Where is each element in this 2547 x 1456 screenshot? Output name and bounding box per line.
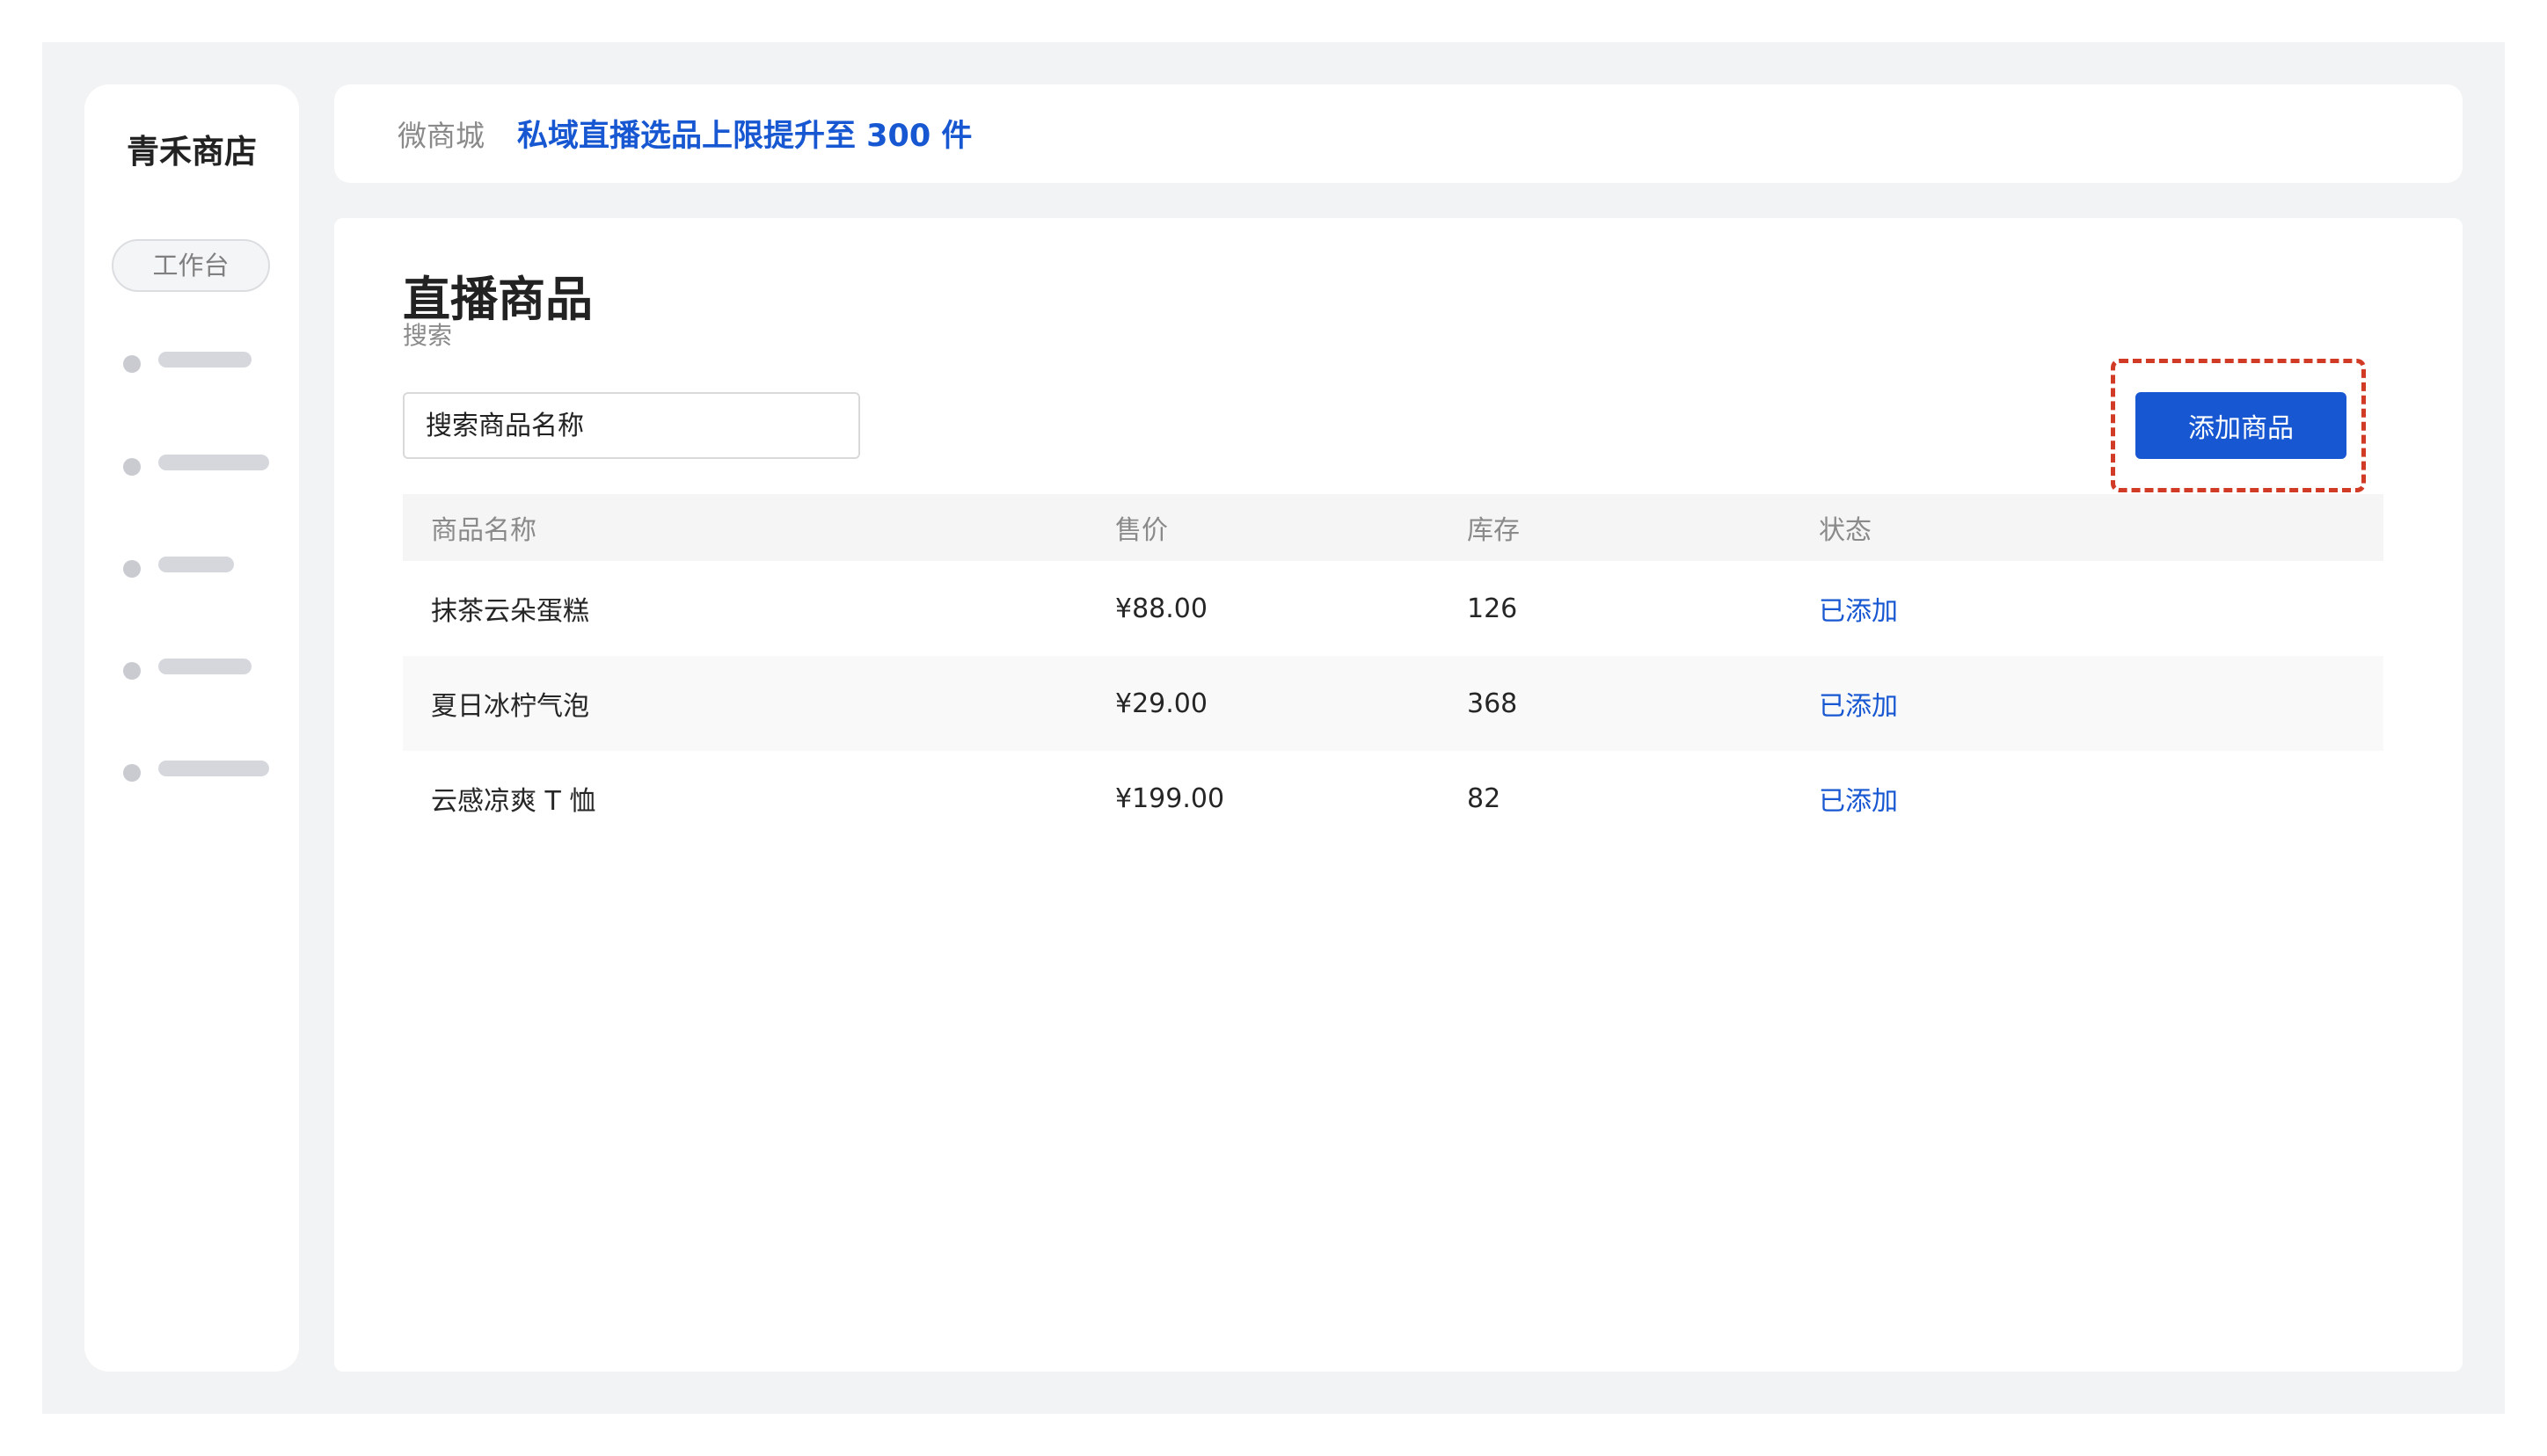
column-header-status[interactable]: 状态: [1819, 494, 1872, 561]
bullet-icon: [123, 458, 141, 476]
sidebar: 青禾商店 工作台: [84, 84, 299, 1372]
product-price: ¥29.00: [1115, 688, 1208, 719]
product-price: ¥199.00: [1115, 783, 1225, 814]
sidebar-item-skeleton: [158, 455, 269, 470]
column-header-name[interactable]: 商品名称: [431, 494, 536, 561]
sidebar-item-skeleton: [158, 352, 252, 368]
product-stock: 82: [1467, 783, 1501, 814]
table-row[interactable]: 夏日冰柠气泡 ¥29.00 368 已添加: [403, 656, 2383, 751]
table-row[interactable]: 抹茶云朵蛋糕 ¥88.00 126 已添加: [403, 561, 2383, 656]
product-stock: 368: [1467, 688, 1518, 719]
sidebar-item-workspace[interactable]: 工作台: [112, 239, 270, 292]
column-header-stock[interactable]: 库存: [1467, 494, 1520, 561]
bullet-icon: [123, 560, 141, 578]
add-product-button[interactable]: 添加商品: [2135, 392, 2346, 459]
top-bar: 微商城 私域直播选品上限提升至 300 件: [334, 84, 2463, 183]
product-name: 抹茶云朵蛋糕: [431, 596, 589, 627]
product-name: 云感凉爽 T 恤: [431, 786, 596, 817]
sidebar-item-skeleton: [158, 557, 234, 572]
status-link[interactable]: 已添加: [1819, 656, 1898, 751]
product-name: 夏日冰柠气泡: [431, 691, 589, 722]
search-input[interactable]: [403, 392, 860, 459]
brand-name: 青禾商店: [127, 133, 257, 171]
main-panel: 直播商品 搜索 添加商品 商品名称 售价 库存 状态 抹茶云朵蛋糕 ¥88.00…: [334, 218, 2463, 1372]
sidebar-item-skeleton: [158, 761, 269, 776]
product-table: 商品名称 售价 库存 状态 抹茶云朵蛋糕 ¥88.00 126 已添加 夏日冰柠…: [403, 494, 2383, 846]
announcement-banner[interactable]: 私域直播选品上限提升至 300 件: [517, 111, 972, 156]
status-link[interactable]: 已添加: [1819, 561, 1898, 656]
column-header-price[interactable]: 售价: [1115, 494, 1168, 561]
status-link[interactable]: 已添加: [1819, 751, 1898, 846]
bullet-icon: [123, 764, 141, 782]
sidebar-item-skeleton: [158, 659, 252, 674]
product-price: ¥88.00: [1115, 593, 1208, 624]
search-label: 搜索: [403, 321, 453, 350]
bullet-icon: [123, 662, 141, 680]
product-stock: 126: [1467, 593, 1518, 624]
bullet-icon: [123, 355, 141, 373]
breadcrumb[interactable]: 微商城: [398, 113, 485, 155]
table-header: 商品名称 售价 库存 状态: [403, 494, 2383, 561]
table-row[interactable]: 云感凉爽 T 恤 ¥199.00 82 已添加: [403, 751, 2383, 846]
